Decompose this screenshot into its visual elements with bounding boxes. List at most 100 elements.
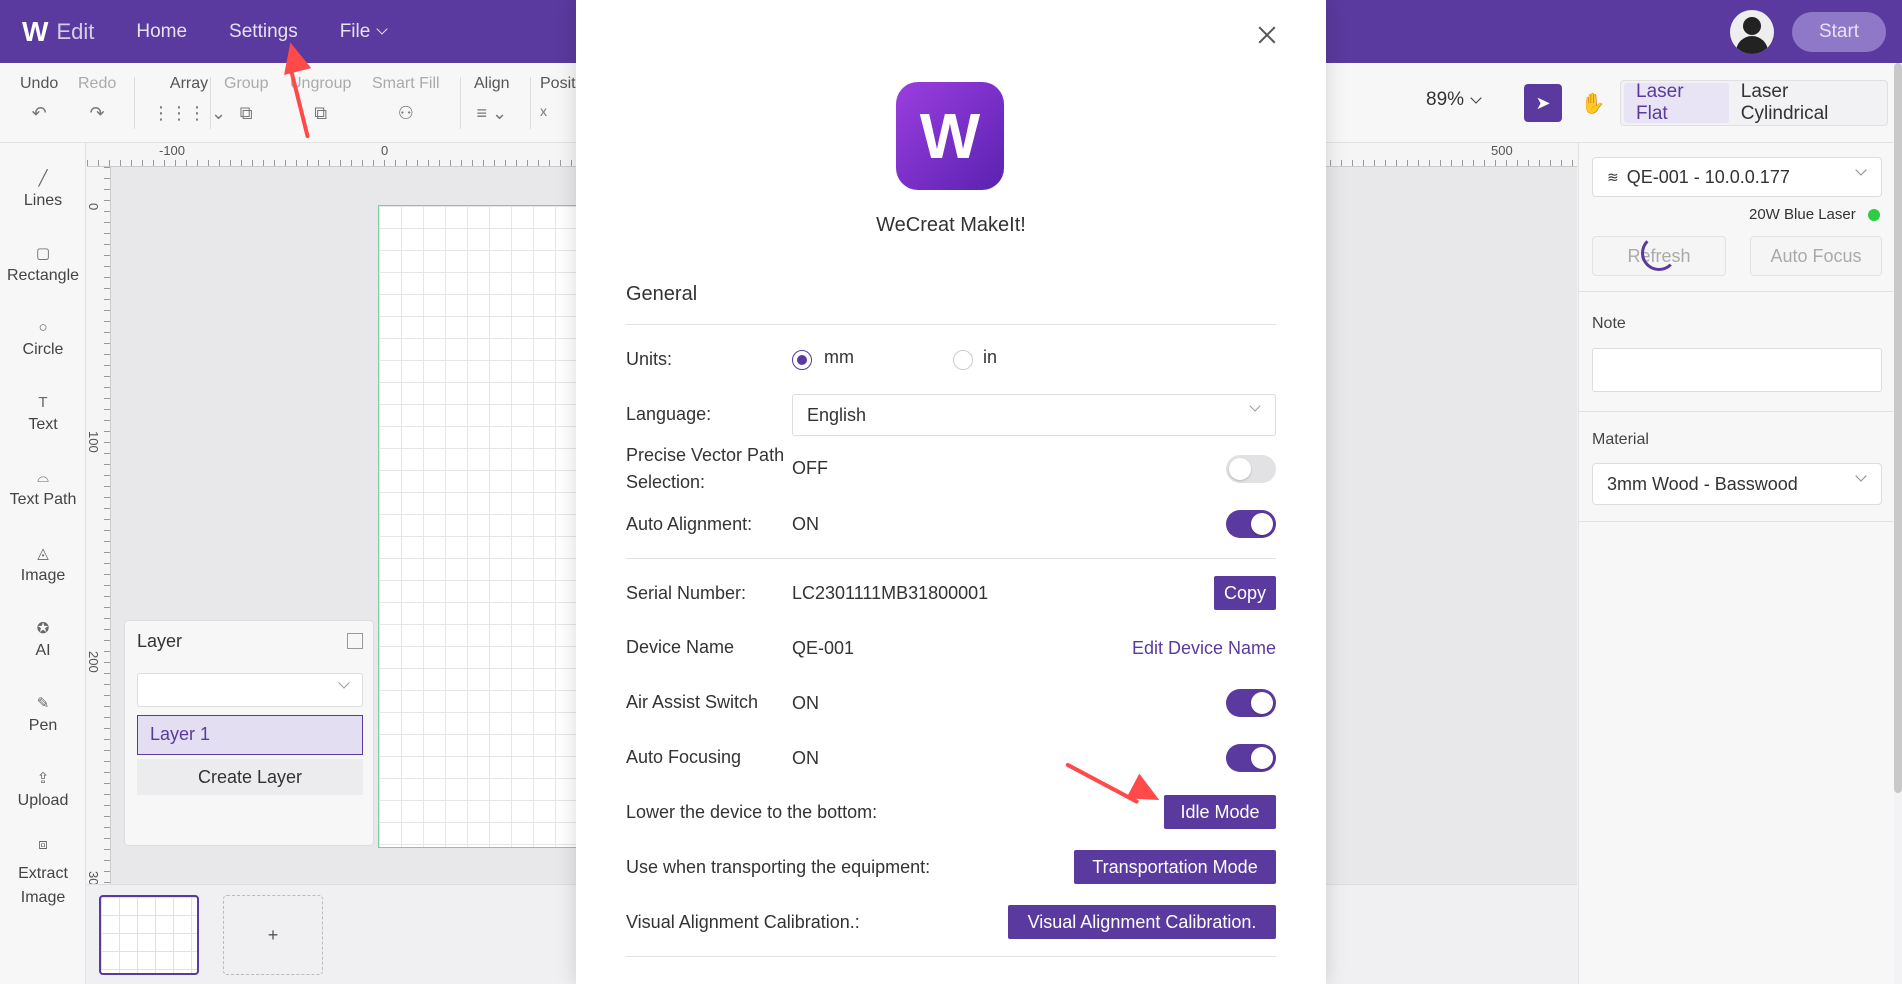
laser-type-status: 20W Blue Laser (1749, 206, 1880, 223)
work-area[interactable] (378, 205, 578, 848)
ruler-label: 500 (1491, 143, 1513, 158)
idle-mode-button[interactable]: Idle Mode (1164, 795, 1276, 829)
wifi-icon: ≋ (1607, 168, 1619, 185)
smart-fill-label: Smart Fill (372, 75, 440, 92)
note-textarea[interactable] (1592, 348, 1882, 392)
app-logo[interactable]: W Edit (22, 16, 94, 48)
chevron-down-icon (1470, 91, 1482, 104)
nav-file-label: File (339, 20, 371, 42)
nav-settings[interactable]: Settings (229, 21, 298, 43)
collapse-icon[interactable] (347, 633, 363, 649)
precise-vector-label: Precise Vector Path Selection: (626, 445, 785, 492)
redo-button[interactable]: Redo ↷ (78, 75, 116, 124)
hand-tool-button[interactable]: ✋ (1574, 84, 1612, 122)
sidebar-item-text[interactable]: T Text (0, 394, 86, 434)
start-button[interactable]: Start (1792, 12, 1886, 52)
nav-home[interactable]: Home (136, 21, 187, 43)
divider (626, 956, 1276, 957)
undo-button[interactable]: Undo ↶ (20, 75, 58, 124)
auto-focusing-toggle[interactable] (1226, 744, 1276, 772)
serial-number-value: LC2301111MB31800001 (792, 583, 989, 603)
redo-label: Redo (78, 75, 117, 92)
transportation-mode-button[interactable]: Transportation Mode (1074, 850, 1276, 884)
image-icon: ◬ (37, 545, 49, 562)
auto-focusing-value: ON (792, 748, 819, 768)
visual-alignment-label: Visual Alignment Calibration.: (626, 912, 860, 932)
extract-image-icon: ⧈ (38, 836, 48, 853)
left-sidebar: ╱ Lines ▢ Rectangle ○ Circle T Text ⌓ Text Pa… (0, 143, 86, 984)
units-in-radio[interactable] (953, 350, 973, 370)
auto-alignment-label: Auto Alignment: (626, 514, 753, 534)
ruler-vertical: 0 100 200 30 (86, 167, 111, 885)
ruler-label: 200 (86, 651, 101, 673)
precise-vector-toggle[interactable] (1226, 455, 1276, 483)
sidebar-item-lines[interactable]: ╱ Lines (0, 169, 86, 210)
serial-number-label: Serial Number: (626, 583, 747, 603)
divider (626, 558, 1276, 559)
precise-vector-value: OFF (792, 458, 828, 478)
ruler-label: -100 (159, 143, 186, 158)
hand-icon: ✋ (1580, 92, 1606, 115)
transport-label: Use when transporting the equipment: (626, 857, 931, 877)
language-select[interactable]: English (792, 394, 1276, 436)
edit-device-name-link[interactable]: Edit Device Name (1132, 638, 1276, 659)
array-button[interactable]: Array ⋮⋮⋮ ⌄ (152, 75, 226, 124)
close-icon[interactable] (1256, 24, 1278, 46)
text-path-icon: ⌓ (37, 469, 49, 486)
layer-item[interactable]: Layer 1 (137, 715, 363, 755)
sidebar-item-extract-image[interactable]: ⧈ Extract Image (0, 833, 86, 910)
sidebar-item-pen[interactable]: ✎ Pen (0, 694, 86, 735)
align-button[interactable]: Align ≡ ⌄ (474, 75, 510, 124)
position-label: Posit (540, 75, 576, 92)
laser-cylindrical-tab[interactable]: Laser Cylindrical (1729, 81, 1887, 124)
zoom-select[interactable]: 89% (1426, 89, 1482, 111)
ruler-label: 0 (381, 143, 389, 158)
page-thumbnail[interactable] (99, 895, 199, 975)
copy-button[interactable]: Copy (1213, 576, 1276, 610)
sidebar-item-upload[interactable]: ⇪ Upload (0, 769, 86, 810)
auto-focusing-label: Auto Focusing (626, 747, 742, 767)
sidebar-item-label: Image (20, 567, 66, 584)
select-tool-button[interactable]: ➤ (1524, 84, 1562, 122)
pen-icon: ✎ (36, 695, 50, 712)
visual-alignment-calibration-button[interactable]: Visual Alignment Calibration. (1008, 905, 1276, 939)
smart-fill-button[interactable]: Smart Fill ⚇ (372, 75, 440, 124)
create-layer-button[interactable]: Create Layer (137, 759, 363, 795)
device-select[interactable]: ≋ QE-001 - 10.0.0.177 (1592, 157, 1882, 197)
language-value: English (807, 404, 867, 425)
air-assist-toggle[interactable] (1226, 689, 1276, 717)
sidebar-item-rectangle[interactable]: ▢ Rectangle (0, 244, 86, 285)
units-mm-label: mm (824, 347, 854, 367)
nav-file[interactable]: File (339, 20, 388, 43)
group-button[interactable]: Group ⧉ (224, 75, 268, 124)
position-x-field[interactable]: x (540, 103, 576, 119)
cursor-arrow-icon: ➤ (1535, 92, 1551, 113)
toolbar-divider (460, 77, 461, 129)
sidebar-item-label: Upload (17, 792, 69, 809)
note-label: Note (1592, 315, 1626, 332)
avatar[interactable] (1730, 10, 1774, 54)
sidebar-item-circle[interactable]: ○ Circle (0, 319, 86, 359)
text-icon: T (38, 394, 48, 411)
material-select[interactable]: 3mm Wood - Basswood (1592, 463, 1882, 505)
sidebar-item-label: Extract Image (18, 865, 68, 906)
auto-focus-button[interactable]: Auto Focus (1750, 236, 1882, 276)
sidebar-item-text-path[interactable]: ⌓ Text Path (0, 469, 86, 509)
chevron-down-icon (338, 677, 350, 689)
units-mm-radio[interactable] (792, 350, 812, 370)
sidebar-item-ai[interactable]: ✪ AI (0, 619, 86, 660)
align-label: Align (474, 75, 510, 92)
add-page-button[interactable]: + (223, 895, 323, 975)
panel-divider (1579, 411, 1895, 412)
sidebar-item-label: AI (35, 642, 51, 659)
chevron-down-icon (1249, 400, 1261, 412)
page-scrollbar[interactable] (1894, 63, 1902, 793)
sidebar-item-label: Lines (23, 192, 63, 209)
ruler-label: 0 (86, 203, 101, 211)
redo-icon: ↷ (89, 103, 105, 123)
sidebar-item-image[interactable]: ◬ Image (0, 544, 86, 585)
layer-filter-select[interactable] (137, 673, 363, 707)
auto-alignment-toggle[interactable] (1226, 510, 1276, 538)
settings-modal: W WeCreat MakeIt! General Units: mm in L… (576, 0, 1326, 984)
laser-flat-tab[interactable]: Laser Flat (1624, 81, 1729, 124)
